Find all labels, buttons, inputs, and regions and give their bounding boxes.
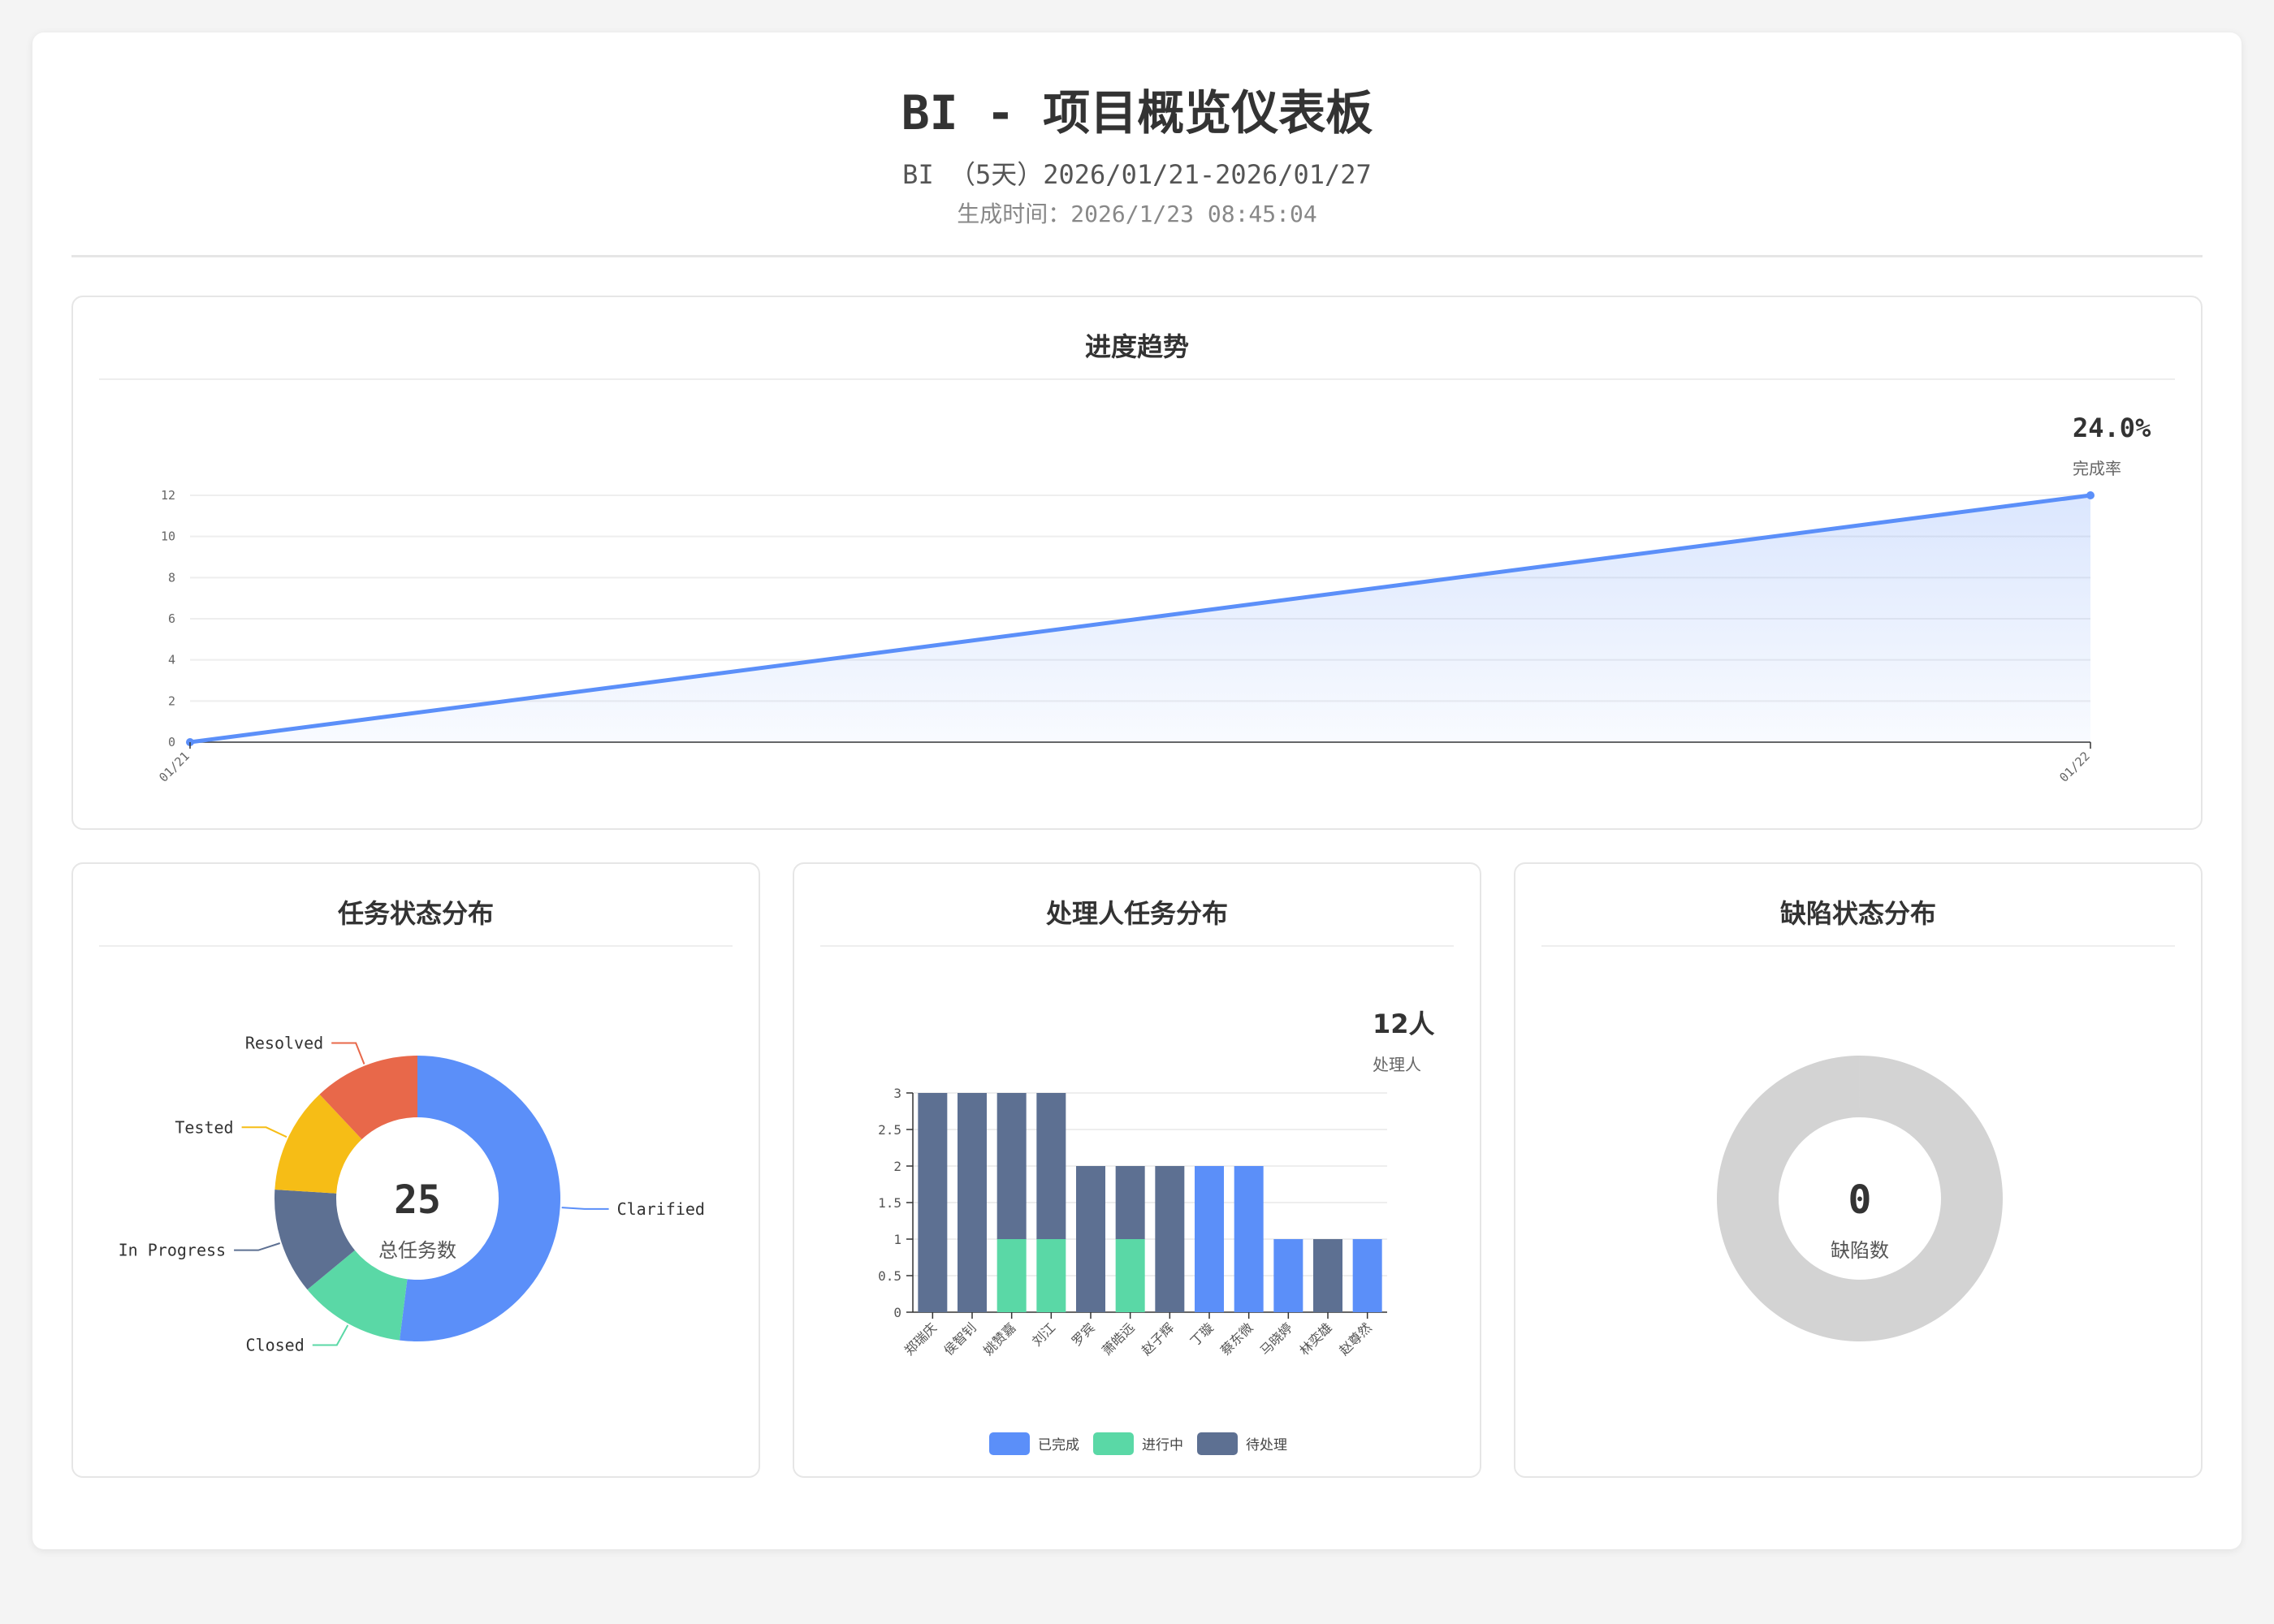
- x-tick-label: 郑瑞庆: [901, 1320, 940, 1358]
- assignee-chart: 0 0.5 1 1.5 2 2.5 3 郑瑞庆 侯智钊 姚赞嘉 刘江 罗宾 萧皓远 赵子辉 丁璇 蔡东微 马晓婷…: [878, 1009, 1435, 1455]
- assignee-count-value: 12人: [1373, 1009, 1435, 1039]
- legend-label: 已完成: [1038, 1437, 1079, 1453]
- total-tasks-value: 25: [394, 1177, 441, 1223]
- assignee-card: 处理人任务分布 0 0.5 1 1.5 2 2.5 3 郑瑞庆 侯智钊 姚赞嘉 刘江 罗宾 萧皓远 赵子辉…: [793, 862, 1481, 1478]
- bar-segment: [1352, 1239, 1382, 1312]
- bar-segment: [1076, 1166, 1105, 1312]
- page-subtitle: BI （5天）2026/01/21-2026/01/27: [902, 159, 1372, 190]
- x-tick-label: 赵尊然: [1336, 1320, 1374, 1358]
- completion-rate-label: 完成率: [2073, 459, 2121, 478]
- x-tick-label: 蔡东微: [1217, 1320, 1256, 1358]
- bar-segment: [1036, 1239, 1066, 1312]
- y-tick-label: 0: [893, 1305, 901, 1320]
- task-status-card: 任务状态分布 Clarified Closed In Progress Tested R…: [71, 862, 760, 1478]
- defect-status-card: 缺陷状态分布 0 缺陷数: [1514, 862, 2203, 1478]
- y-tick-label: 10: [161, 529, 175, 544]
- slice-label: Resolved: [245, 1033, 323, 1052]
- slice-leader-line: [241, 1126, 287, 1138]
- bar-segment: [1313, 1239, 1342, 1312]
- bar-segment: [996, 1239, 1027, 1312]
- slice-label: Clarified: [617, 1199, 705, 1219]
- bar-segment: [1115, 1166, 1145, 1239]
- y-tick-label: 2: [168, 693, 175, 708]
- bar-segment: [918, 1093, 948, 1312]
- bar-segment: [996, 1093, 1027, 1239]
- bar-segment: [1273, 1239, 1303, 1312]
- x-tick-label: 赵子辉: [1139, 1320, 1177, 1358]
- chart-legend: 已完成 进行中 待处理: [989, 1432, 1287, 1455]
- defect-count-label: 缺陷数: [1831, 1239, 1889, 1262]
- legend-swatch: [1093, 1432, 1134, 1455]
- completion-rate-value: 24.0%: [2073, 412, 2151, 443]
- y-tick-label: 4: [168, 653, 175, 667]
- bar-segment: [1155, 1166, 1185, 1312]
- generated-time: 生成时间：2026/1/23 08:45:04: [957, 201, 1317, 227]
- slice-leader-line: [331, 1042, 365, 1065]
- y-tick-label: 12: [161, 488, 175, 503]
- x-tick-label: 萧皓远: [1099, 1320, 1137, 1358]
- slice-leader-line: [561, 1207, 609, 1210]
- progress-point: [2086, 491, 2095, 499]
- y-tick-label: 6: [168, 611, 175, 626]
- slice-leader-line: [312, 1324, 349, 1346]
- legend-swatch: [989, 1432, 1030, 1455]
- x-tick-label: 01/22: [2056, 749, 2093, 785]
- x-tick-label: 01/21: [156, 749, 192, 785]
- x-tick-label: 林奕雄: [1296, 1320, 1334, 1358]
- dashboard-page: BI - 项目概览仪表板 BI （5天）2026/01/21-2026/01/2…: [32, 32, 2242, 1549]
- defect-status-chart: 0 缺陷数: [1716, 1056, 2003, 1341]
- y-tick-label: 2.5: [878, 1122, 901, 1138]
- slice-label: Tested: [175, 1117, 233, 1137]
- slice-leader-line: [234, 1242, 281, 1251]
- x-tick-label: 姚赞嘉: [980, 1320, 1018, 1358]
- slice-label: Closed: [246, 1336, 305, 1355]
- y-tick-label: 0.5: [878, 1268, 901, 1284]
- defect-count-value: 0: [1848, 1177, 1872, 1223]
- assignee-count-label: 处理人: [1373, 1055, 1421, 1074]
- y-tick-label: 2: [893, 1159, 901, 1174]
- progress-trend-card: 进度趋势 0 2 4 6 8 10 12 01/21 01/22 24.0% 完成率: [71, 296, 2203, 830]
- bar-segment: [1195, 1166, 1224, 1312]
- total-tasks-label: 总任务数: [378, 1239, 456, 1262]
- x-tick-label: 罗宾: [1069, 1320, 1098, 1349]
- y-tick-label: 8: [168, 570, 175, 585]
- bar-segment: [1115, 1239, 1145, 1312]
- legend-swatch: [1197, 1432, 1238, 1455]
- x-tick-label: 侯智钊: [940, 1320, 979, 1358]
- y-tick-label: 0: [168, 735, 175, 749]
- page-title: BI - 项目概览仪表板: [901, 85, 1373, 140]
- bar-segment: [1234, 1166, 1264, 1312]
- x-tick-label: 刘江: [1029, 1320, 1058, 1349]
- slice-label: In Progress: [119, 1241, 226, 1260]
- bar-segment: [958, 1093, 987, 1312]
- task-status-chart: Clarified Closed In Progress Tested Resolved…: [119, 1033, 705, 1355]
- x-tick-label: 马晓婷: [1257, 1320, 1295, 1358]
- bar-segment: [1036, 1093, 1066, 1239]
- x-tick-label: 丁璇: [1187, 1320, 1217, 1349]
- progress-trend-chart: 0 2 4 6 8 10 12 01/21 01/22 24.0% 完成率: [156, 412, 2151, 785]
- legend-label: 待处理: [1246, 1437, 1287, 1453]
- y-tick-label: 1: [893, 1232, 901, 1247]
- y-tick-label: 3: [893, 1086, 901, 1101]
- legend-label: 进行中: [1142, 1437, 1183, 1453]
- y-tick-label: 1.5: [878, 1195, 901, 1211]
- dashboard-header: BI - 项目概览仪表板 BI （5天）2026/01/21-2026/01/2…: [71, 32, 2203, 257]
